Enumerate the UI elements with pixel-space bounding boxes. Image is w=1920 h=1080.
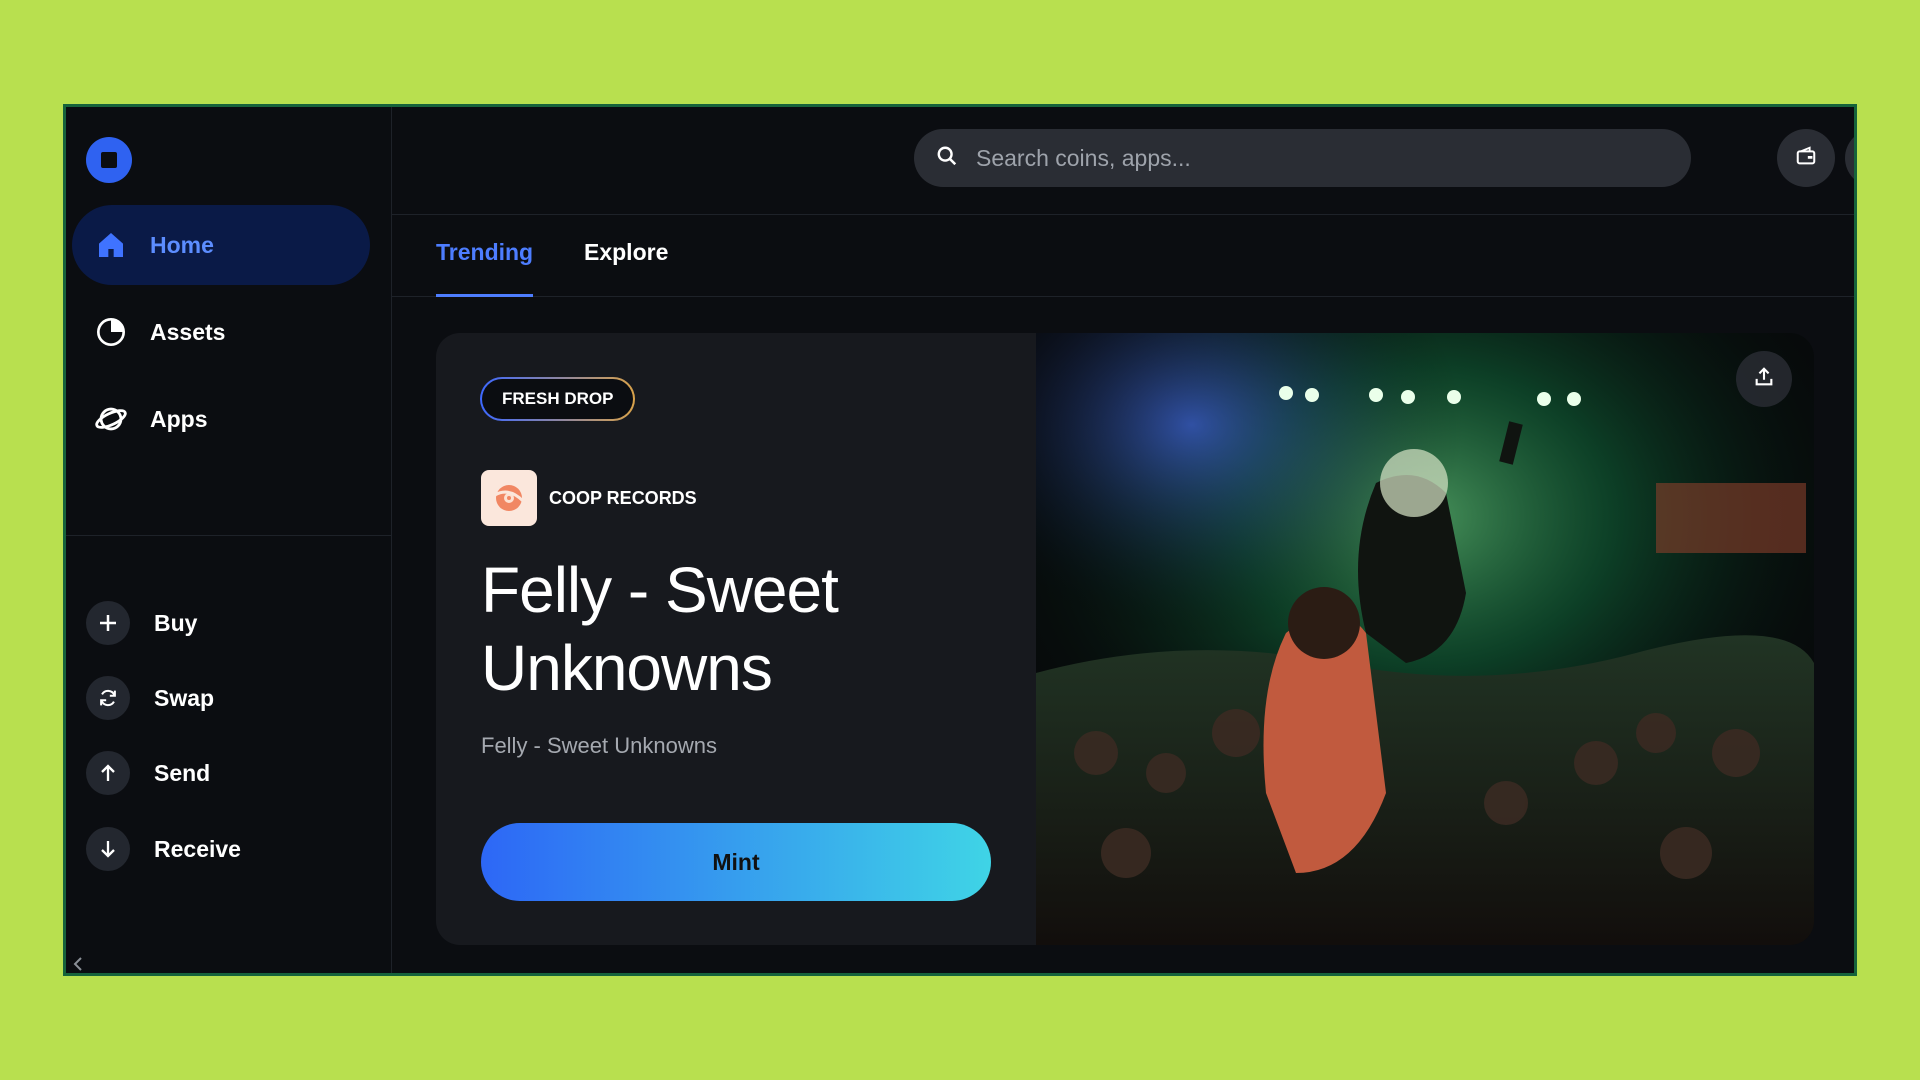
plus-icon [86, 601, 130, 645]
fresh-drop-badge: FRESH DROP [480, 377, 636, 421]
search-input[interactable] [976, 144, 1656, 172]
sidebar-item-label: Apps [150, 405, 208, 432]
search-bar[interactable] [914, 129, 1691, 187]
settings-button[interactable] [1845, 129, 1854, 187]
send-button[interactable]: Send [86, 749, 210, 797]
concert-image [1036, 333, 1814, 945]
share-icon [1753, 366, 1775, 393]
wallet-button[interactable] [1777, 129, 1835, 187]
arrow-up-icon [86, 751, 130, 795]
creator-avatar [481, 470, 537, 526]
drop-title: Felly - Sweet Unknowns [481, 554, 839, 704]
badge-label: FRESH DROP [482, 379, 634, 419]
tab-explore[interactable]: Explore [584, 239, 668, 297]
share-button[interactable] [1736, 351, 1792, 407]
sidebar-item-label: Home [150, 231, 214, 258]
mint-button[interactable]: Mint [481, 823, 991, 901]
concert-illustration [1036, 333, 1814, 945]
swap-icon [86, 676, 130, 720]
swap-button[interactable]: Swap [86, 674, 214, 722]
send-label: Send [154, 759, 211, 786]
top-bar [392, 107, 1854, 215]
swap-label: Swap [154, 684, 215, 711]
receive-button[interactable]: Receive [86, 825, 241, 873]
sidebar-divider [66, 535, 392, 536]
featured-card[interactable]: FRESH DROP COOP RECORDS Felly - Sweet Un… [436, 333, 1814, 945]
sidebar-item-home[interactable]: Home [72, 205, 370, 285]
drop-subtitle: Felly - Sweet Unknowns [481, 733, 717, 758]
arrow-down-icon [86, 827, 130, 871]
creator-name: COOP RECORDS [549, 487, 697, 508]
pie-chart-icon [94, 315, 128, 349]
creator-row[interactable]: COOP RECORDS [481, 470, 697, 526]
search-icon [936, 145, 958, 172]
coinbase-wallet-logo[interactable] [86, 137, 132, 183]
buy-button[interactable]: Buy [86, 599, 197, 647]
planet-icon [94, 402, 128, 436]
buy-label: Buy [154, 609, 198, 636]
tab-trending[interactable]: Trending [436, 239, 534, 297]
collapse-sidebar-icon[interactable] [72, 955, 86, 973]
receive-label: Receive [154, 835, 241, 862]
wallet-icon [1795, 145, 1817, 172]
sidebar-item-label: Assets [150, 318, 226, 345]
sidebar-item-apps[interactable]: Apps [72, 379, 370, 459]
tab-bar: Trending Explore [392, 215, 1854, 297]
sidebar: Home Assets Apps Buy Swap Send Receive [66, 107, 392, 973]
app-window: Home Assets Apps Buy Swap Send Receive S… [63, 104, 1857, 976]
home-icon [94, 228, 128, 262]
sidebar-item-assets[interactable]: Assets [72, 292, 370, 372]
